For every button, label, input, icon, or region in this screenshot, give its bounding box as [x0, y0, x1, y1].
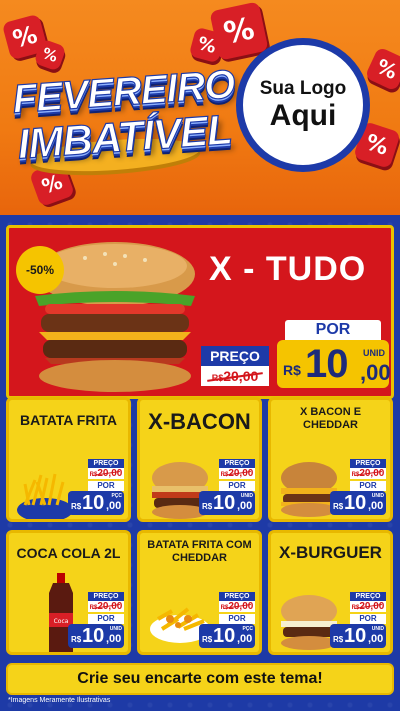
preco-label: PREÇO [201, 346, 269, 366]
product-price-block: PREÇOR$20,00 PORR$10,00UNID [330, 459, 386, 515]
hero-new-price: POR R$ 10 ,00 UNID [277, 320, 391, 388]
disclaimer-text: *Imagens Meramente Ilustrativas [8, 697, 111, 704]
price-tag: R$ 10,00 UNID [330, 491, 386, 515]
product-card[interactable]: BATATA FRITA PREÇOR$20,00 PORR$10,00PÇC [6, 397, 131, 522]
product-name: COCA COLA 2L [16, 545, 121, 561]
por-label: POR [88, 614, 124, 624]
preco-label: PREÇO [88, 459, 124, 468]
preco-label: PREÇO [88, 592, 124, 601]
discount-badge: -50% [16, 246, 64, 294]
old-price-value: R$20,00 [88, 468, 124, 479]
product-card[interactable]: X BACON E CHEDDAR PREÇOR$20,00 PORR$10,00U… [268, 397, 393, 522]
price-tag: R$ 10,00 UNID [199, 491, 255, 515]
product-price-block: PREÇOR$20,00 PORR$10,00UNID [199, 459, 255, 515]
preco-label: PREÇO [219, 459, 255, 468]
price-tag: R$ 10 ,00 UNID [277, 340, 391, 388]
product-card[interactable]: BATATA FRITA COM CHEDDAR PREÇOR$20,00 PORR… [137, 530, 262, 655]
old-price-value: R$20,00 [350, 468, 386, 479]
product-card[interactable]: X-BURGUER PREÇOR$20,00 PORR$10,00UNID [268, 530, 393, 655]
product-name: X BACON E CHEDDAR [299, 406, 362, 431]
logo-placeholder[interactable]: Sua Logo Aqui [236, 38, 370, 172]
por-label: POR [219, 614, 255, 624]
price-tag: R$ 10,00 UNID [330, 624, 386, 648]
header-banner: % % % % % % % FEVEREIRO IMBATÍVEL Sua Lo… [0, 0, 400, 215]
old-price-value: R$20,00 [219, 468, 255, 479]
product-card[interactable]: COCA COLA 2L Coca PREÇOR$20,00 PORR$10,00UN… [6, 530, 131, 655]
por-label: POR [350, 614, 386, 624]
preco-label: PREÇO [350, 459, 386, 468]
logo-text-line2: Aqui [269, 99, 337, 132]
product-name: BATATA FRITA [20, 412, 117, 428]
por-label: POR [88, 481, 124, 491]
product-price-block: PREÇOR$20,00 PORR$10,00UNID [68, 592, 124, 648]
product-name: X-BACON [148, 409, 251, 434]
product-card[interactable]: X-BACON PREÇOR$20,00 PORR$10,00UNID [137, 397, 262, 522]
product-image [17, 473, 73, 519]
old-price-value: R$20,00 [350, 601, 386, 612]
por-label: POR [350, 481, 386, 491]
product-price-block: PREÇOR$20,00 PORR$10,00PÇC [199, 592, 255, 648]
old-price-value: R$20,00 [219, 601, 255, 612]
percent-badge-icon: % [364, 46, 400, 92]
old-price-value: R$20,00 [201, 366, 269, 386]
hero-offer-card[interactable]: -50% X - TUDO PREÇO R$20,00 POR R$ 10 ,0… [6, 225, 394, 399]
preco-label: PREÇO [219, 592, 255, 601]
create-flyer-button[interactable]: Crie seu encarte com este tema! [6, 663, 394, 695]
product-price-block: PREÇOR$20,00 PORR$10,00UNID [330, 592, 386, 648]
hero-old-price: PREÇO R$20,00 [201, 346, 269, 386]
product-name: BATATA FRITA COM CHEDDAR [147, 539, 252, 564]
preco-label: PREÇO [350, 592, 386, 601]
old-price-value: R$20,00 [88, 601, 124, 612]
campaign-title: FEVEREIRO IMBATÍVEL [11, 62, 239, 168]
hero-product-name: X - TUDO [209, 250, 367, 288]
percent-badge-icon: % [209, 1, 269, 61]
price-tag: R$ 10,00 PÇC [68, 491, 124, 515]
por-label: POR [285, 320, 381, 340]
por-label: POR [219, 481, 255, 491]
svg-text:Coca: Coca [54, 618, 69, 625]
logo-text-line1: Sua Logo [259, 78, 347, 99]
product-name: X-BURGUER [279, 543, 382, 562]
product-price-block: PREÇOR$20,00 PORR$10,00PÇC [68, 459, 124, 515]
price-tag: R$ 10,00 UNID [68, 624, 124, 648]
offers-panel: -50% X - TUDO PREÇO R$20,00 POR R$ 10 ,0… [0, 215, 400, 711]
price-tag: R$ 10,00 PÇC [199, 624, 255, 648]
